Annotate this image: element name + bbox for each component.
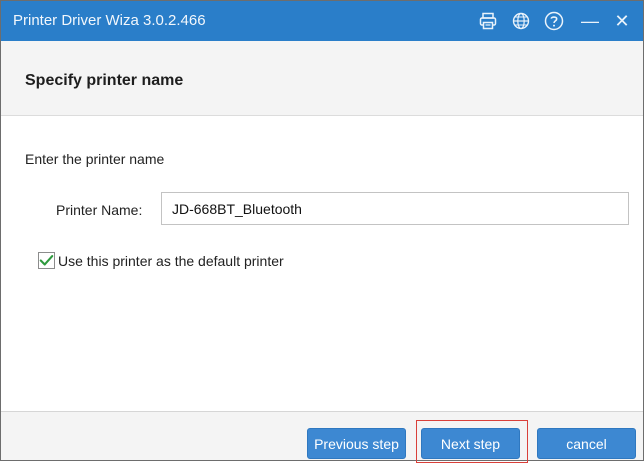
step-heading: Specify printer name — [25, 72, 184, 89]
next-step-button[interactable]: Next step — [421, 428, 520, 459]
main-content: Enter the printer name Printer Name: Use… — [1, 117, 643, 411]
globe-icon[interactable] — [506, 1, 536, 41]
printer-name-input[interactable] — [161, 192, 629, 225]
title-bar[interactable]: Printer Driver Wiza 3.0.2.466 — ✕ — [1, 1, 643, 41]
step-header: Specify printer name — [1, 41, 643, 116]
instruction-text: Enter the printer name — [25, 151, 165, 167]
printer-icon[interactable] — [473, 1, 503, 41]
wizard-footer: Previous step Next step cancel — [1, 411, 643, 463]
default-printer-label: Use this printer as the default printer — [58, 252, 284, 269]
help-icon[interactable] — [539, 1, 569, 41]
cancel-button[interactable]: cancel — [537, 428, 636, 459]
minimize-icon: — — [581, 10, 599, 31]
window-title: Printer Driver Wiza 3.0.2.466 — [13, 12, 206, 29]
minimize-button[interactable]: — — [575, 1, 605, 41]
previous-step-button[interactable]: Previous step — [307, 428, 406, 459]
default-printer-option[interactable]: Use this printer as the default printer — [38, 252, 284, 269]
checkmark-icon — [39, 255, 54, 266]
printer-driver-wizard-window: Printer Driver Wiza 3.0.2.466 — ✕ Specif… — [0, 0, 644, 463]
default-printer-checkbox[interactable] — [38, 252, 55, 269]
close-button[interactable]: ✕ — [607, 1, 637, 41]
close-icon: ✕ — [614, 10, 630, 31]
printer-name-label: Printer Name: — [56, 202, 143, 218]
